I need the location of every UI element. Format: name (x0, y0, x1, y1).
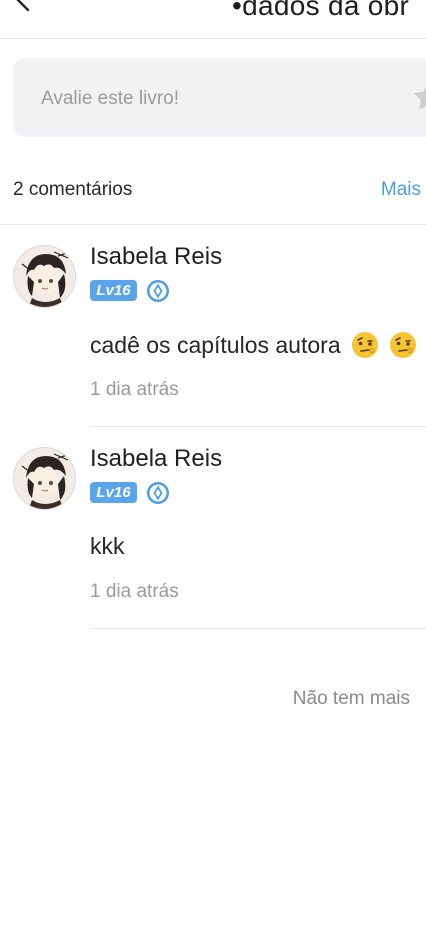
comments-count: 2 comentários (13, 179, 133, 200)
rank-icon (147, 482, 169, 504)
timestamp: 1 dia atrás (90, 581, 179, 602)
rating-placeholder: Avalie este livro! (41, 88, 179, 109)
avatar[interactable] (13, 245, 76, 308)
comment-text: cadê os capítulos autora (90, 331, 417, 359)
avatar[interactable] (13, 447, 76, 510)
comment-text: kkk (90, 533, 125, 559)
star-icon[interactable] (411, 80, 426, 114)
avatar-image (21, 453, 71, 509)
raised-eyebrow-emoji-icon (352, 332, 378, 358)
comment-text-content: cadê os capítulos autora (90, 332, 341, 358)
username[interactable]: Isabela Reis (90, 445, 222, 473)
comment-item: Isabela Reis Lv16 cadê os capítulos auto… (0, 225, 426, 427)
level-badge: Lv16 (90, 482, 137, 503)
page-title: •dados da obr (232, 0, 410, 21)
rating-input[interactable]: Avalie este livro! (13, 58, 426, 137)
raised-eyebrow-emoji-icon (390, 332, 417, 358)
comments-header: 2 comentários Mais (13, 179, 426, 203)
rank-icon (147, 280, 169, 302)
more-link[interactable]: Mais (381, 179, 421, 201)
divider (90, 628, 426, 629)
top-bar: •dados da obr (0, 0, 426, 39)
level-badge: Lv16 (90, 280, 137, 301)
chevron-left-icon[interactable] (10, 0, 34, 14)
comment-item: Isabela Reis Lv16 kkk 1 dia atrás (0, 427, 426, 629)
no-more-label: Não tem mais (292, 688, 410, 709)
avatar-image (21, 251, 71, 307)
timestamp: 1 dia atrás (90, 379, 179, 400)
username[interactable]: Isabela Reis (90, 243, 222, 271)
